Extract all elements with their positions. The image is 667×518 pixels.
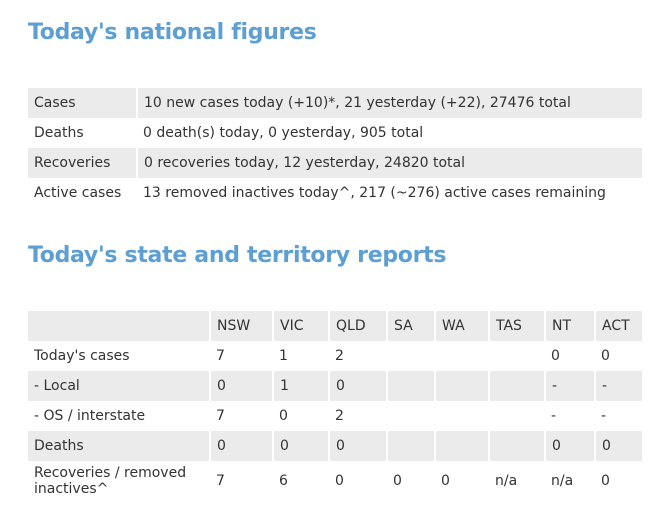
cell: - [545,371,596,401]
column-header: QLD [329,311,388,341]
cell [489,401,545,431]
table-row: Cases 10 new cases today (+10)*, 21 yest… [28,88,642,118]
table-header-row: NSW VIC QLD SA WA TAS NT ACT [28,311,642,341]
cell [489,341,545,371]
cell: 0 [601,473,610,489]
cell: 0 [335,473,344,489]
cell [387,431,436,461]
cell: 0 [393,473,402,489]
table-row: - Local 0 1 0 - - [28,371,642,401]
row-label: Recoveries [28,148,138,178]
cell: 1 [279,348,288,364]
cell: n/a [495,473,518,489]
cell: 0 [595,431,642,461]
row-label: Cases [28,88,138,118]
column-header: NSW [210,311,274,341]
row-value: 0 recoveries today, 12 yesterday, 24820 … [137,148,642,178]
cell: 7 [216,473,225,489]
table-row: Deaths 0 death(s) today, 0 yesterday, 90… [28,118,642,148]
cell [387,371,436,401]
row-value: 0 death(s) today, 0 yesterday, 905 total [143,125,424,141]
cell: 0 [279,408,288,424]
row-label: Deaths [34,125,84,141]
cell: - [551,408,557,424]
cell [435,431,490,461]
state-reports-heading: Today's state and territory reports [28,243,447,268]
column-header: SA [387,311,436,341]
cell: 0 [441,473,450,489]
row-label: - OS / interstate [34,408,146,424]
column-header: TAS [489,311,546,341]
cell [489,431,546,461]
cell: 1 [273,371,330,401]
cell: 7 [216,348,225,364]
cell [435,401,489,431]
table-row: Recoveries 0 recoveries today, 12 yester… [28,148,642,178]
column-header [28,311,211,341]
cell [435,341,489,371]
cell: 0 [601,348,610,364]
table-row: Recoveries / removed inactives^ 7 6 0 0 … [28,461,642,501]
cell: 0 [329,431,388,461]
column-header: NT [545,311,596,341]
cell: 0 [210,371,274,401]
row-label: - Local [28,371,211,401]
cell: 0 [273,431,330,461]
row-label: Recoveries / removed inactives^ [34,465,187,497]
cell [387,341,435,371]
column-header: ACT [595,311,642,341]
cell: 0 [210,431,274,461]
table-row: - OS / interstate 7 0 2 - - [28,401,642,431]
row-label: Active cases [34,185,122,201]
cell: - [595,371,642,401]
cell: - [601,408,607,424]
column-header: VIC [273,311,330,341]
cell: 2 [335,348,344,364]
cell [435,371,490,401]
table-row: Active cases 13 removed inactives today^… [28,178,642,208]
table-row: Deaths 0 0 0 0 0 [28,431,642,461]
row-label: Today's cases [34,348,130,364]
cell: 0 [329,371,388,401]
row-value: 13 removed inactives today^, 217 (~276) … [143,185,606,201]
cell: 2 [335,408,344,424]
national-figures-table: Cases 10 new cases today (+10)*, 21 yest… [28,88,642,208]
cell [489,371,546,401]
cell: 7 [216,408,225,424]
cell: n/a [551,473,574,489]
table-row: Today's cases 7 1 2 0 0 [28,341,642,371]
national-figures-heading: Today's national figures [28,20,317,45]
state-reports-table: NSW VIC QLD SA WA TAS NT ACT Today's cas… [28,311,642,501]
row-value: 10 new cases today (+10)*, 21 yesterday … [137,88,642,118]
row-label: Deaths [28,431,211,461]
cell: 0 [545,431,596,461]
cell [387,401,435,431]
cell: 6 [279,473,288,489]
cell: 0 [551,348,560,364]
column-header: WA [435,311,490,341]
